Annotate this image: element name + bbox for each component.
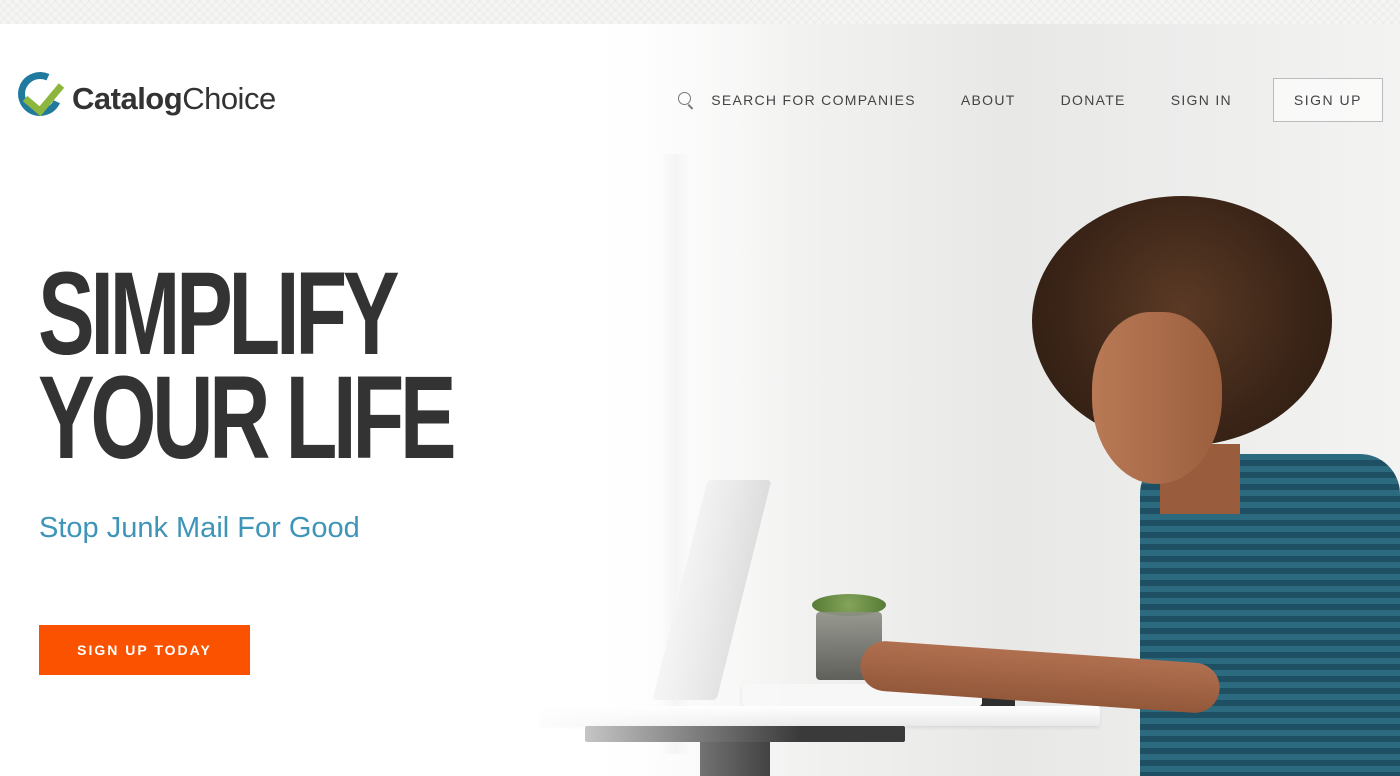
hero-subheadline: Stop Junk Mail For Good (39, 512, 360, 544)
main-nav: SEARCH FOR COMPANIES ABOUT DONATE SIGN I… (678, 78, 1383, 122)
hero-headline-line-1: SIMPLIFY (38, 248, 400, 380)
sign-up-today-button[interactable]: SIGN UP TODAY (39, 625, 250, 675)
logo-wordmark: CatalogChoice (72, 81, 276, 117)
search-icon (678, 92, 694, 110)
logo-wordmark-bold: Catalog (72, 81, 183, 116)
logo-wordmark-light: Choice (182, 81, 276, 116)
search-for-companies-link[interactable]: SEARCH FOR COMPANIES (678, 92, 916, 110)
top-pattern-strip (0, 0, 1400, 24)
hero-headline-line-2: YOUR LIFE (38, 352, 457, 484)
nav-donate-link[interactable]: DONATE (1061, 92, 1126, 108)
nav-about-link[interactable]: ABOUT (961, 92, 1016, 108)
nav-sign-in-link[interactable]: SIGN IN (1171, 92, 1232, 108)
search-for-companies-label: SEARCH FOR COMPANIES (711, 92, 916, 108)
hero-headline: SIMPLIFY YOUR LIFE (38, 248, 457, 484)
photo-woman-face (1092, 312, 1222, 484)
checkmark-logo-icon (11, 65, 70, 126)
nav-sign-up-button[interactable]: SIGN UP (1272, 78, 1383, 122)
catalog-choice-logo[interactable]: CatalogChoice (11, 65, 276, 126)
